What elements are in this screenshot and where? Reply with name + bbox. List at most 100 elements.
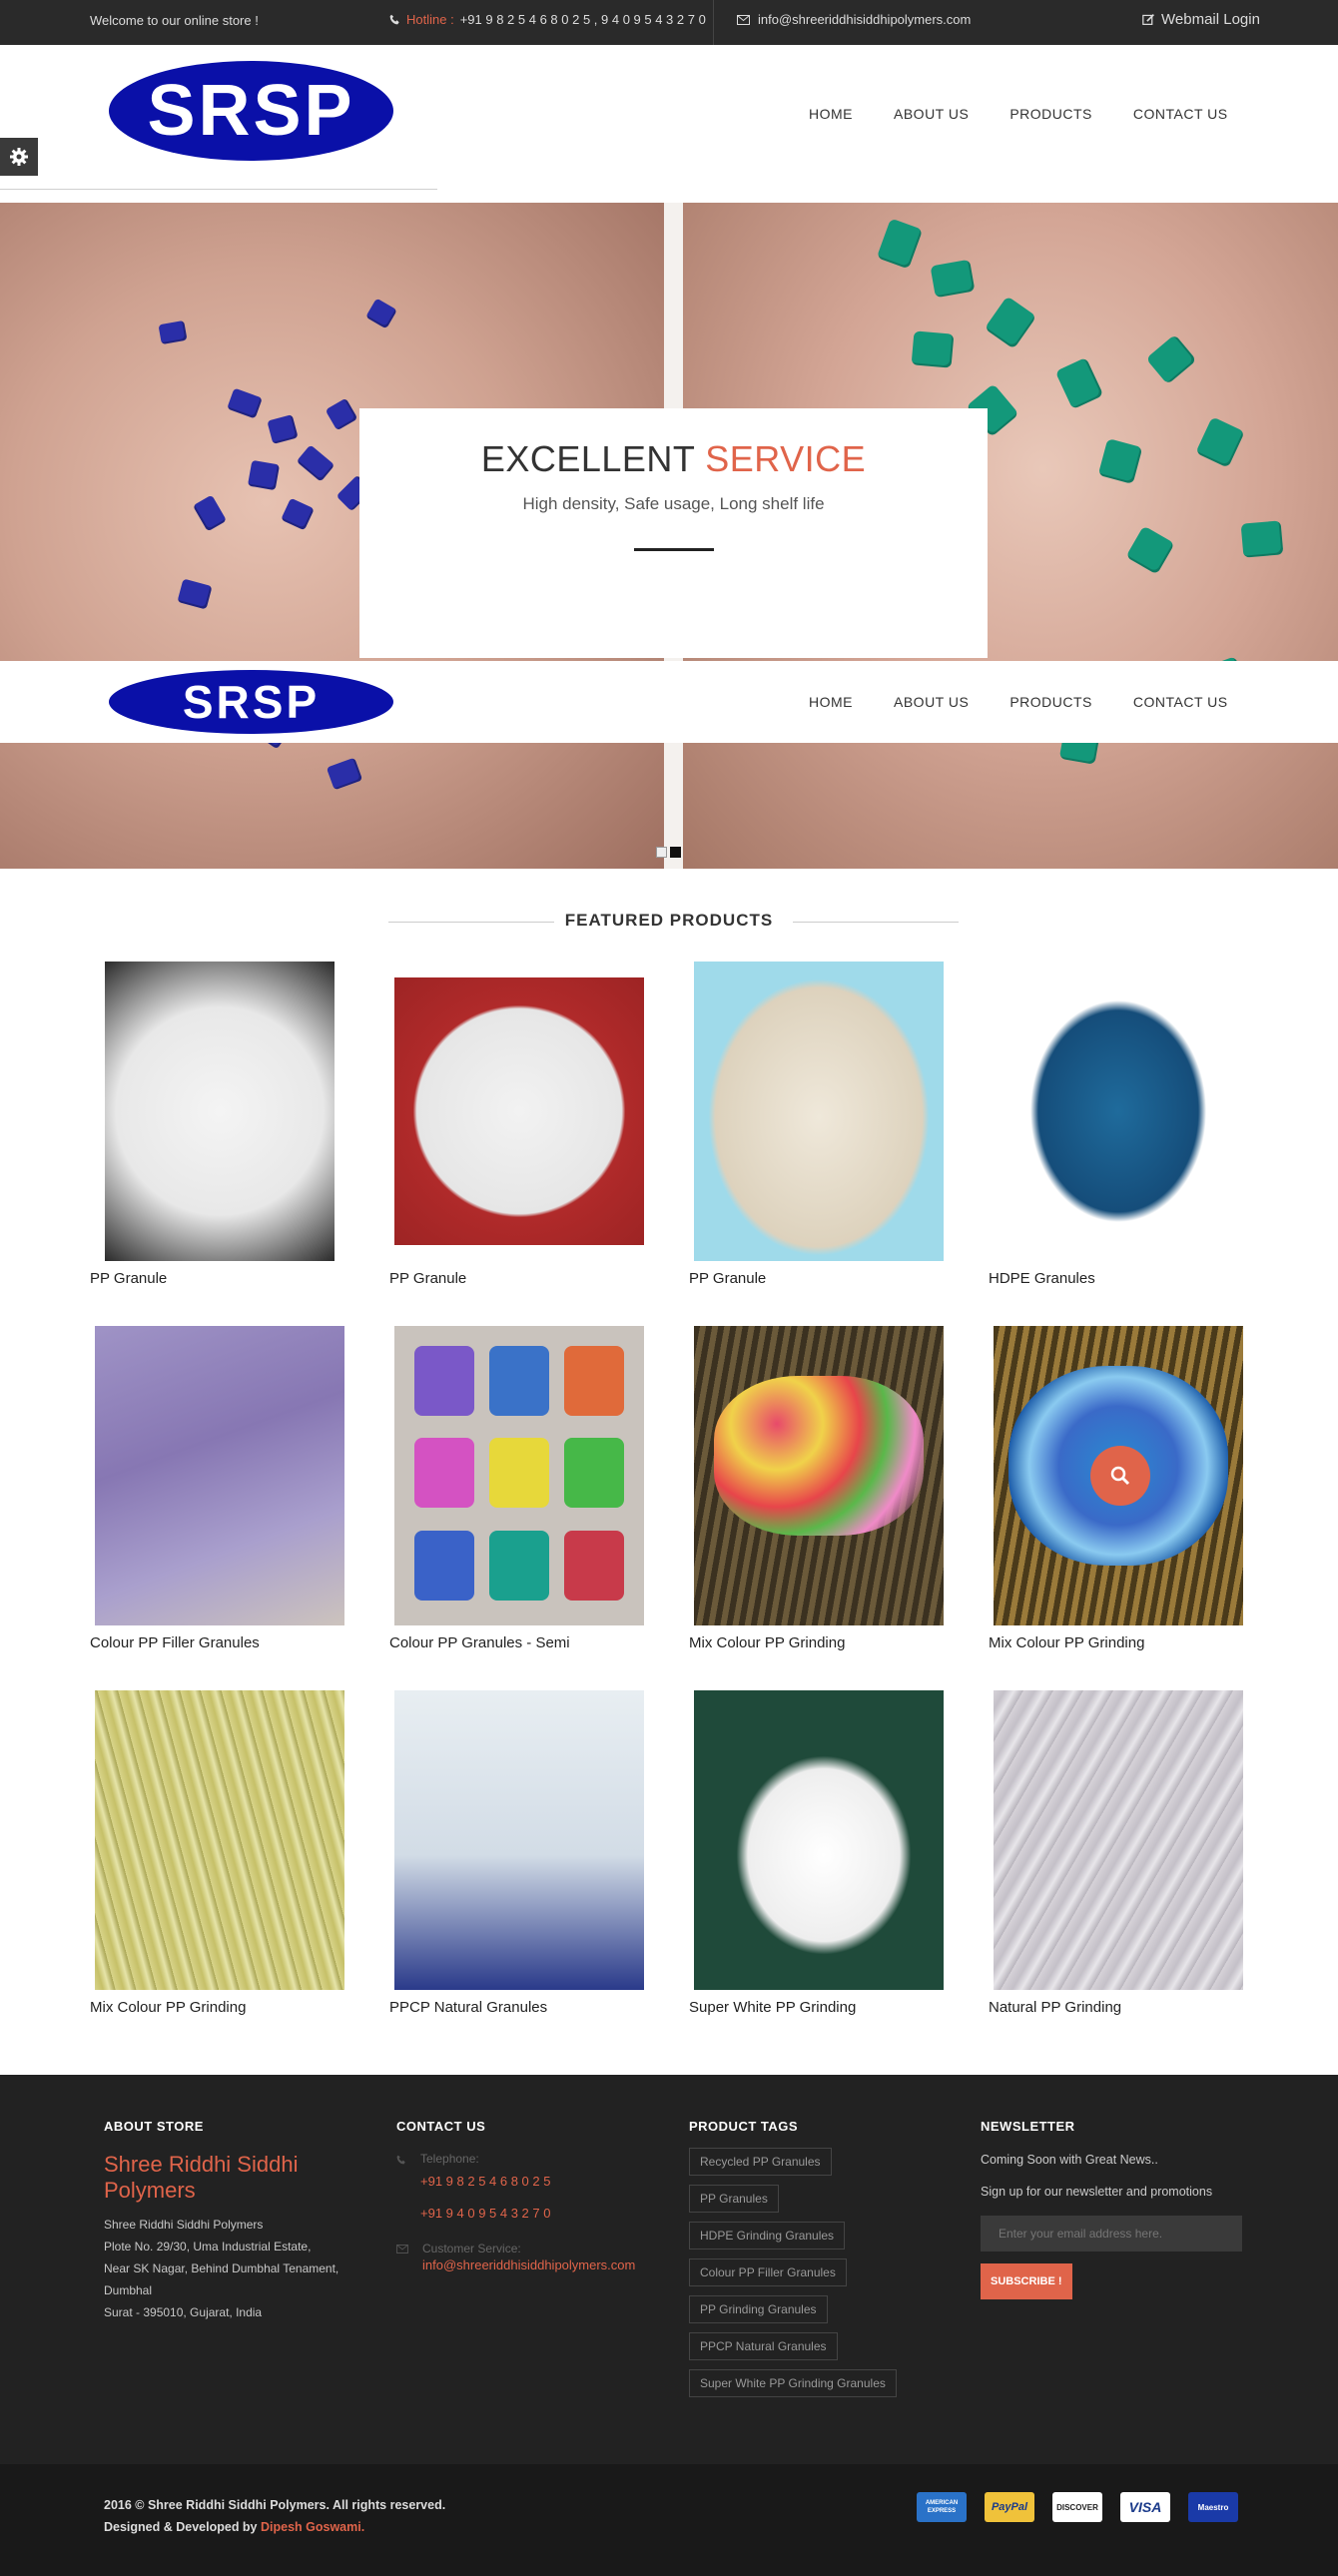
- phone-icon: [389, 14, 399, 25]
- product-card[interactable]: HDPE Granules: [989, 962, 1248, 1287]
- footer-newsletter: NEWSLETTER Coming Soon with Great News..…: [981, 2119, 1250, 2299]
- gear-icon: [10, 148, 28, 166]
- footer-tags-heading: PRODUCT TAGS: [689, 2119, 799, 2134]
- address-line: Dumbhal: [104, 2283, 153, 2297]
- ppcp-natural-image[interactable]: [394, 1690, 644, 1990]
- product-name[interactable]: Colour PP Filler Granules: [90, 1634, 260, 1651]
- bottom-bar: 2016 © Shree Riddhi Siddhi Polymers. All…: [0, 2464, 1338, 2576]
- newsletter-email-input[interactable]: [981, 2216, 1242, 2252]
- product-card[interactable]: Colour PP Granules - Semi: [389, 1326, 649, 1651]
- nav-products[interactable]: PRODUCTS: [1009, 106, 1092, 122]
- sticky-nav-about-us[interactable]: ABOUT US: [894, 694, 969, 710]
- footer-address: Shree Riddhi Siddhi Polymers Plote No. 2…: [104, 2214, 373, 2323]
- product-name[interactable]: Mix Colour PP Grinding: [90, 1999, 246, 2016]
- visa-icon: VISA: [1120, 2492, 1170, 2522]
- header-divider: [0, 189, 437, 190]
- white-granules-red-bg-image[interactable]: [394, 977, 644, 1245]
- product-tag[interactable]: HDPE Grinding Granules: [689, 2222, 846, 2250]
- nav-home[interactable]: HOME: [809, 106, 853, 122]
- sticky-nav-home[interactable]: HOME: [809, 694, 853, 710]
- mix-colour-grinding-image[interactable]: [694, 1326, 944, 1625]
- footer: ABOUT STORE Shree Riddhi Siddhi Polymers…: [0, 2075, 1338, 2464]
- featured-title-line-right: [793, 922, 959, 923]
- address-line: Surat - 395010, Gujarat, India: [104, 2305, 263, 2319]
- hero-title-main: EXCELLENT: [480, 438, 695, 479]
- topbar-divider: [713, 0, 714, 45]
- topbar-email[interactable]: info@shreeriddhisiddhipolymers.com: [737, 12, 971, 27]
- product-name[interactable]: HDPE Granules: [989, 1270, 1095, 1287]
- webmail-login-link[interactable]: Webmail Login: [1142, 11, 1260, 28]
- logo-mark: SRSP: [109, 61, 393, 161]
- sticky-header: SRSP HOME ABOUT US PRODUCTS CONTACT US: [0, 661, 1338, 743]
- product-card[interactable]: Super White PP Grinding: [689, 1690, 949, 2016]
- product-card[interactable]: Mix Colour PP Grinding: [989, 1326, 1248, 1651]
- sticky-logo[interactable]: SRSP: [109, 670, 393, 734]
- footer-tags: PRODUCT TAGS Recycled PP Granules PP Gra…: [689, 2119, 959, 2406]
- product-name[interactable]: PP Granule: [90, 1270, 167, 1287]
- slider-dots: [656, 847, 681, 858]
- product-card[interactable]: Mix Colour PP Grinding: [689, 1326, 949, 1651]
- product-card[interactable]: Natural PP Grinding: [989, 1690, 1248, 2016]
- copyright-block: 2016 © Shree Riddhi Siddhi Polymers. All…: [104, 2494, 445, 2538]
- product-card[interactable]: PP Granule: [689, 962, 949, 1287]
- colour-granule-bags-image[interactable]: [394, 1326, 644, 1625]
- product-tag[interactable]: Super White PP Grinding Granules: [689, 2369, 897, 2397]
- footer-about: ABOUT STORE Shree Riddhi Siddhi Polymers…: [104, 2119, 373, 2323]
- edit-icon: [1142, 14, 1154, 25]
- product-tag[interactable]: PP Grinding Granules: [689, 2295, 828, 2323]
- zoom-button[interactable]: [1090, 1446, 1150, 1506]
- footer-about-heading: ABOUT STORE: [104, 2119, 204, 2134]
- sticky-nav-products[interactable]: PRODUCTS: [1009, 694, 1092, 710]
- product-name[interactable]: Natural PP Grinding: [989, 1999, 1121, 2016]
- subscribe-button[interactable]: SUBSCRIBE !: [981, 2263, 1072, 2299]
- super-white-grinding-image[interactable]: [694, 1690, 944, 1990]
- product-name[interactable]: PP Granule: [389, 1270, 466, 1287]
- address-line: Near SK Nagar, Behind Dumbhal Tenament,: [104, 2261, 339, 2275]
- footer-phone-2[interactable]: +91 9 4 0 9 5 4 3 2 7 0: [420, 2198, 550, 2230]
- natural-grinding-image[interactable]: [994, 1690, 1243, 1990]
- product-tag[interactable]: Recycled PP Granules: [689, 2148, 832, 2176]
- developer-link[interactable]: Dipesh Goswami.: [261, 2520, 364, 2534]
- blue-granules-image[interactable]: [994, 962, 1243, 1261]
- footer-brand-name: Shree Riddhi Siddhi Polymers: [104, 2152, 299, 2203]
- product-name[interactable]: Super White PP Grinding: [689, 1999, 856, 2016]
- product-tag[interactable]: PP Granules: [689, 2185, 779, 2213]
- settings-toggle-button[interactable]: [0, 138, 38, 176]
- product-name[interactable]: Colour PP Granules - Semi: [389, 1634, 570, 1651]
- product-card[interactable]: Mix Colour PP Grinding: [90, 1690, 349, 2016]
- product-card[interactable]: PP Granule: [389, 962, 649, 1287]
- sticky-nav-contact-us[interactable]: CONTACT US: [1133, 694, 1228, 710]
- product-card[interactable]: PP Granule: [90, 962, 349, 1287]
- footer-email[interactable]: info@shreeriddhisiddhipolymers.com: [422, 2255, 635, 2275]
- amex-icon: AMERICAN EXPRESS: [917, 2492, 967, 2522]
- main-nav: HOME ABOUT US PRODUCTS CONTACT US: [809, 106, 1228, 122]
- product-name[interactable]: Mix Colour PP Grinding: [689, 1634, 845, 1651]
- yellow-grinding-image[interactable]: [95, 1690, 344, 1990]
- purple-granules-image[interactable]: [95, 1326, 344, 1625]
- hero-caption-bar: [633, 548, 714, 551]
- address-line: Shree Riddhi Siddhi Polymers: [104, 2218, 264, 2232]
- product-tag[interactable]: Colour PP Filler Granules: [689, 2258, 847, 2286]
- nav-about-us[interactable]: ABOUT US: [894, 106, 969, 122]
- product-name[interactable]: Mix Colour PP Grinding: [989, 1634, 1144, 1651]
- hotline: Hotline : +91 9 8 2 5 4 6 8 0 2 5 , 9 4 …: [389, 12, 706, 27]
- telephone-label: Telephone:: [420, 2152, 479, 2166]
- slider-dot-2[interactable]: [670, 847, 681, 858]
- product-card[interactable]: Colour PP Filler Granules: [90, 1326, 349, 1651]
- product-card[interactable]: PPCP Natural Granules: [389, 1690, 649, 2016]
- site-logo[interactable]: SRSP: [109, 61, 393, 161]
- product-tag[interactable]: PPCP Natural Granules: [689, 2332, 838, 2360]
- customer-service-label: Customer Service:: [422, 2242, 521, 2255]
- slider-dot-1[interactable]: [656, 847, 667, 858]
- welcome-text: Welcome to our online store !: [90, 13, 259, 28]
- hotline-label: Hotline :: [406, 12, 454, 27]
- sticky-logo-mark: SRSP: [109, 670, 393, 734]
- product-name[interactable]: PP Granule: [689, 1270, 766, 1287]
- footer-phone-1[interactable]: +91 9 8 2 5 4 6 8 0 2 5: [420, 2166, 550, 2198]
- nav-contact-us[interactable]: CONTACT US: [1133, 106, 1228, 122]
- hero-title: EXCELLENT SERVICE: [359, 438, 988, 480]
- cream-granules-blue-bg-image[interactable]: [694, 962, 944, 1261]
- product-name[interactable]: PPCP Natural Granules: [389, 1999, 547, 2016]
- hotline-numbers[interactable]: +91 9 8 2 5 4 6 8 0 2 5 , 9 4 0 9 5 4 3 …: [460, 12, 706, 27]
- white-granules-image[interactable]: [105, 962, 334, 1261]
